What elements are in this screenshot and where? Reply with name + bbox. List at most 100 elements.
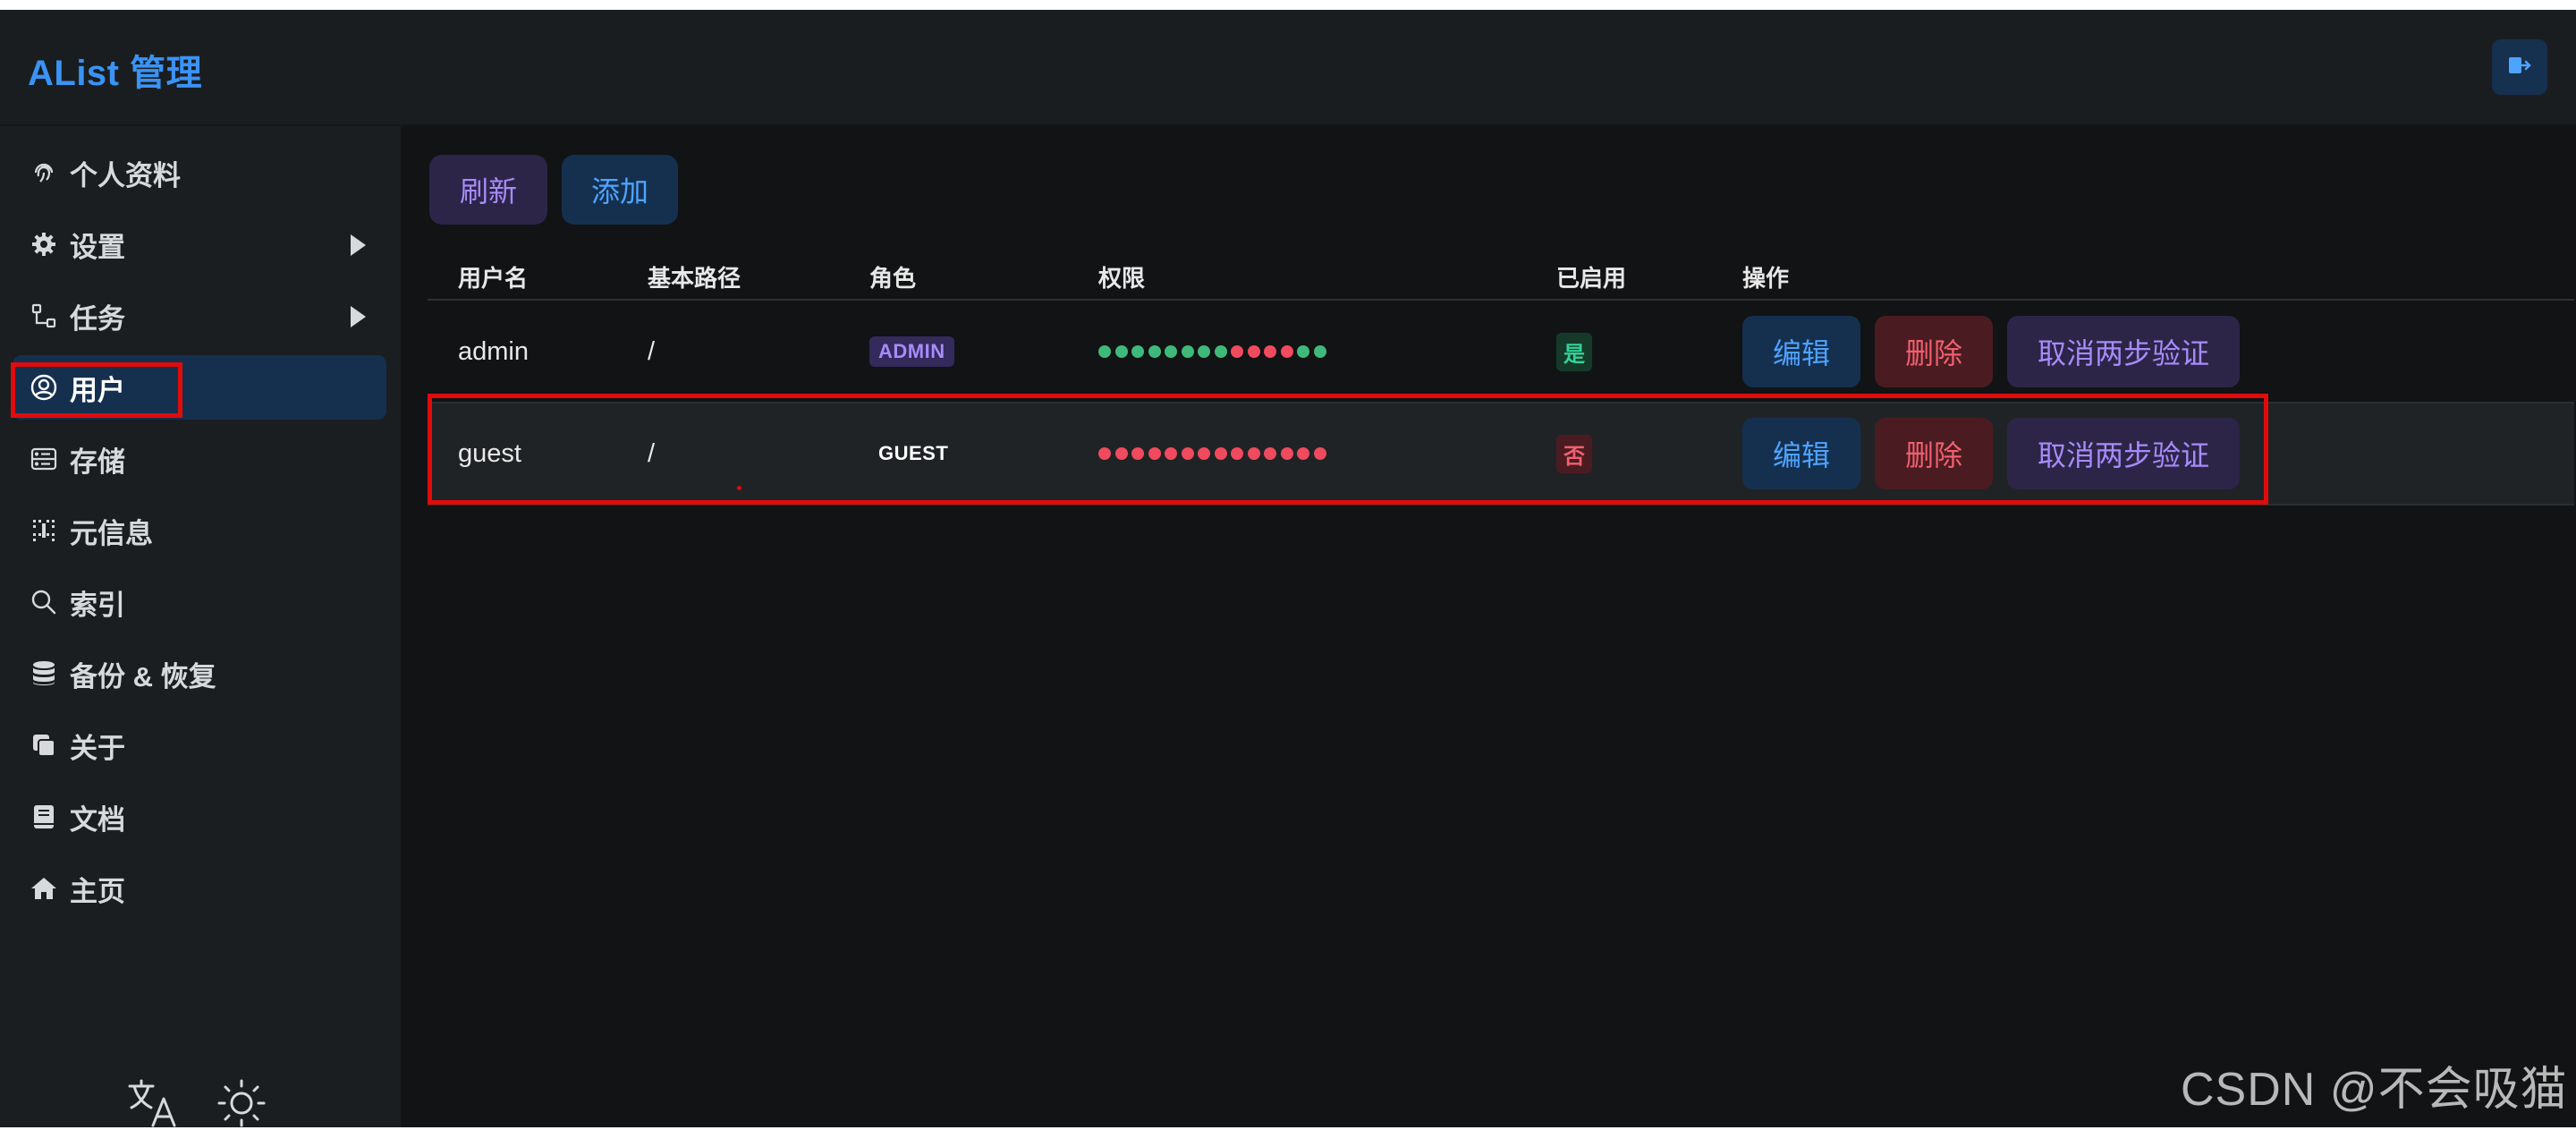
sidebar-item-backup-restore[interactable]: 备份 & 恢复	[13, 641, 386, 706]
permission-dot-denied	[1165, 447, 1177, 460]
main-content: 刷新 添加 用户名 基本路径 角色 权限 已启用 操作 admin / ADMI…	[401, 126, 2576, 1127]
role-cell: GUEST	[869, 404, 957, 504]
column-header-username: 用户名	[458, 265, 529, 292]
permission-dot-denied	[1313, 447, 1326, 460]
sidebar: 个人资料 设置 任务 用户 存储 元信息 索引 备份 & 恢复 关于 文档 主页	[0, 126, 401, 1127]
database-icon	[29, 658, 59, 689]
permission-dot-denied	[1247, 345, 1260, 358]
watermark: CSDN @不会吸猫	[2181, 1064, 2568, 1116]
logout-button[interactable]	[2492, 39, 2547, 95]
sun-icon[interactable]	[215, 1076, 268, 1130]
permission-dot-denied	[1231, 447, 1243, 460]
refresh-button[interactable]: 刷新	[429, 155, 547, 225]
permission-dot-granted	[1114, 345, 1128, 358]
column-header-role: 角色	[869, 265, 917, 292]
sidebar-item-label: 关于	[70, 732, 125, 764]
enabled-cell: 是	[1556, 302, 1592, 402]
base-path-cell: /	[648, 336, 656, 366]
role-badge: ADMIN	[869, 336, 954, 367]
permission-dot-granted	[1098, 345, 1111, 358]
username-cell: guest	[458, 438, 521, 468]
sidebar-item-label: 任务	[70, 302, 125, 335]
table-row: guest / GUEST 否 编辑 删除 取消两步验证	[428, 402, 2574, 506]
column-header-permissions: 权限	[1098, 265, 1146, 292]
cancel-2fa-button[interactable]: 取消两步验证	[2007, 316, 2240, 387]
expand-arrow-icon[interactable]	[349, 305, 367, 333]
permission-dot-granted	[1181, 345, 1194, 358]
permission-dots	[1098, 447, 1326, 460]
copy-icon	[29, 730, 59, 760]
sidebar-item-label: 个人资料	[70, 159, 181, 191]
user-circle-icon	[29, 372, 59, 403]
tree-icon	[29, 301, 59, 331]
permission-dot-granted	[1148, 345, 1161, 358]
app-window: AList 管理 个人资料 设置 任务 用户 存储 元信息 索引 备份 & 恢复…	[0, 10, 2576, 1127]
permission-dot-granted	[1214, 345, 1227, 358]
sidebar-item-docs[interactable]: 文档	[13, 785, 386, 849]
permission-dot-denied	[1264, 345, 1276, 358]
expand-arrow-icon[interactable]	[349, 234, 367, 261]
enabled-cell: 否	[1556, 404, 1592, 504]
logout-icon	[2508, 55, 2531, 80]
add-user-button[interactable]: 添加	[562, 155, 678, 225]
permission-dot-granted	[1297, 345, 1309, 358]
sidebar-item-storage[interactable]: 存储	[13, 427, 386, 491]
column-header-actions: 操作	[1742, 265, 1790, 292]
permission-dot-denied	[1148, 447, 1161, 460]
sidebar-item-label: 存储	[70, 446, 125, 478]
sidebar-item-indexes[interactable]: 索引	[13, 570, 386, 634]
permissions-cell	[1098, 302, 1326, 402]
sidebar-item-metas[interactable]: 元信息	[13, 498, 386, 563]
edit-button[interactable]: 编辑	[1742, 316, 1860, 387]
permission-dot-denied	[1198, 447, 1210, 460]
sidebar-item-about[interactable]: 关于	[13, 713, 386, 777]
enabled-badge: 是	[1556, 332, 1592, 371]
permission-dot-denied	[1214, 447, 1227, 460]
permission-dot-denied	[1280, 345, 1293, 358]
permission-dot-denied	[1181, 447, 1194, 460]
edit-button[interactable]: 编辑	[1742, 418, 1860, 489]
meta-icon	[29, 515, 59, 546]
permission-dot-granted	[1131, 345, 1144, 358]
sidebar-item-label: 文档	[70, 803, 125, 836]
column-header-base-path: 基本路径	[648, 265, 741, 292]
permission-dot-denied	[1231, 345, 1243, 358]
permission-dot-granted	[1198, 345, 1210, 358]
sidebar-item-label: 索引	[70, 589, 125, 621]
book-icon	[29, 802, 59, 832]
translate-icon[interactable]	[125, 1076, 179, 1130]
sidebar-item-label: 设置	[70, 231, 125, 263]
gear-icon	[29, 229, 59, 259]
username-cell: admin	[458, 336, 529, 366]
permission-dot-denied	[1280, 447, 1293, 460]
permission-dot-denied	[1247, 447, 1260, 460]
storage-icon	[29, 444, 59, 474]
app-title[interactable]: AList 管理	[28, 44, 202, 96]
home-icon	[29, 873, 59, 904]
table-header-divider	[428, 299, 2574, 301]
permission-dot-denied	[1098, 447, 1111, 460]
fingerprint-icon	[29, 157, 59, 188]
annotation-dot	[737, 486, 741, 490]
sidebar-item-label: 元信息	[70, 517, 153, 549]
table-row: admin / ADMIN 是 编辑 删除 取消两步验证	[428, 302, 2574, 402]
permission-dot-denied	[1131, 447, 1144, 460]
delete-button[interactable]: 删除	[1875, 418, 1993, 489]
permission-dot-denied	[1114, 447, 1128, 460]
permissions-cell	[1098, 404, 1326, 504]
column-header-enabled: 已启用	[1556, 265, 1627, 292]
sidebar-item-users[interactable]: 用户	[13, 355, 386, 420]
permission-dot-denied	[1264, 447, 1276, 460]
base-path-cell: /	[648, 438, 656, 468]
sidebar-item-tasks[interactable]: 任务	[13, 284, 386, 348]
sidebar-item-profile[interactable]: 个人资料	[13, 140, 386, 205]
sidebar-item-settings[interactable]: 设置	[13, 212, 386, 276]
sidebar-bottom-controls	[125, 1076, 268, 1130]
sidebar-item-home[interactable]: 主页	[13, 856, 386, 921]
sidebar-item-label: 主页	[70, 875, 125, 907]
delete-button[interactable]: 删除	[1875, 316, 1993, 387]
cancel-2fa-button[interactable]: 取消两步验证	[2007, 418, 2240, 489]
role-badge: GUEST	[878, 442, 949, 464]
sidebar-item-label: 备份 & 恢复	[70, 660, 216, 692]
sidebar-item-label: 用户	[70, 374, 125, 406]
